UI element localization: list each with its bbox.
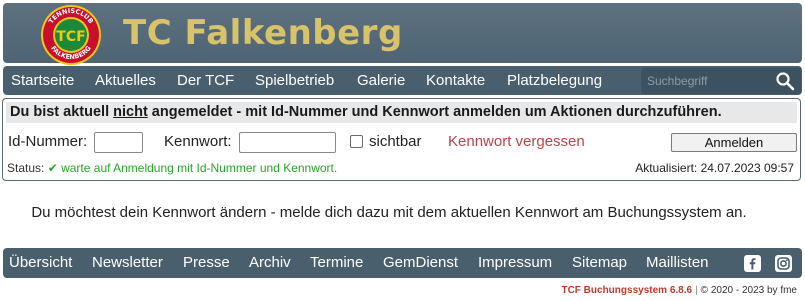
separator: | bbox=[695, 285, 698, 296]
nav-item-platzbelegung[interactable]: Platzbelegung bbox=[507, 66, 602, 95]
footer-item-sitemap[interactable]: Sitemap bbox=[572, 248, 627, 278]
footer-item-newsletter[interactable]: Newsletter bbox=[92, 248, 163, 278]
heading-text-start: Du bist aktuell bbox=[10, 104, 114, 120]
status-row: Status: ✔ warte auf Anmeldung mit Id-Num… bbox=[7, 161, 337, 175]
svg-text:TCF: TCF bbox=[56, 29, 85, 45]
nav-item-der-tcf[interactable]: Der TCF bbox=[177, 66, 234, 95]
instagram-icon[interactable] bbox=[775, 255, 792, 272]
login-button[interactable]: Anmelden bbox=[671, 133, 797, 152]
heading-emphasis: nicht bbox=[113, 104, 148, 120]
nav-item-aktuelles[interactable]: Aktuelles bbox=[95, 66, 156, 95]
footer-item-maillisten[interactable]: Maillisten bbox=[646, 248, 709, 278]
main-nav: Startseite Aktuelles Der TCF Spielbetrie… bbox=[3, 66, 802, 95]
search-input[interactable] bbox=[647, 71, 767, 91]
last-updated: Aktualisiert: 24.07.2023 09:57 bbox=[635, 161, 794, 175]
footer-nav: Übersicht Newsletter Presse Archiv Termi… bbox=[3, 248, 802, 278]
heading-text-end: angemeldet - mit Id-Nummer und Kennwort … bbox=[147, 104, 722, 120]
site-title: TC Falkenberg bbox=[123, 13, 403, 53]
footer-item-presse[interactable]: Presse bbox=[183, 248, 230, 278]
nav-item-galerie[interactable]: Galerie bbox=[357, 66, 405, 95]
footer-credits: TCF Buchungssystem 6.8.6 | © 2020 - 2023 b… bbox=[561, 285, 797, 297]
nav-item-kontakte[interactable]: Kontakte bbox=[426, 66, 485, 95]
copyright: © 2020 - 2023 by fme bbox=[700, 285, 797, 296]
id-number-label: Id-Nummer: bbox=[8, 133, 88, 150]
password-label: Kennwort: bbox=[164, 133, 232, 150]
show-password-checkbox[interactable] bbox=[350, 135, 363, 148]
system-version[interactable]: TCF Buchungssystem 6.8.6 bbox=[561, 285, 692, 296]
login-heading: Du bist aktuell nicht angemeldet - mit I… bbox=[6, 102, 797, 123]
id-number-input[interactable] bbox=[94, 132, 143, 153]
facebook-icon[interactable] bbox=[744, 255, 761, 272]
footer-item-archiv[interactable]: Archiv bbox=[249, 248, 291, 278]
site-header: TCF TENNISCLUB FALKENBERG TC Falkenberg bbox=[3, 3, 802, 66]
login-panel: Du bist aktuell nicht angemeldet - mit I… bbox=[2, 98, 801, 181]
status-label: Status: bbox=[7, 161, 45, 175]
search-box bbox=[641, 68, 801, 94]
nav-item-spielbetrieb[interactable]: Spielbetrieb bbox=[255, 66, 334, 95]
forgot-password-link[interactable]: Kennwort vergessen bbox=[448, 132, 585, 152]
show-password-label[interactable]: sichtbar bbox=[369, 132, 422, 152]
footer-item-uebersicht[interactable]: Übersicht bbox=[9, 248, 72, 278]
nav-item-startseite[interactable]: Startseite bbox=[11, 66, 74, 95]
status-text: ✔ warte auf Anmeldung mit Id-Nummer und … bbox=[47, 161, 338, 175]
club-logo[interactable]: TCF TENNISCLUB FALKENBERG bbox=[39, 4, 103, 66]
search-icon[interactable] bbox=[775, 71, 795, 91]
info-message: Du möchtest dein Kennwort ändern - melde… bbox=[31, 204, 747, 221]
footer-item-gemdienst[interactable]: GemDienst bbox=[383, 248, 458, 278]
password-input[interactable] bbox=[239, 132, 336, 153]
footer-item-termine[interactable]: Termine bbox=[310, 248, 363, 278]
footer-item-impressum[interactable]: Impressum bbox=[478, 248, 552, 278]
